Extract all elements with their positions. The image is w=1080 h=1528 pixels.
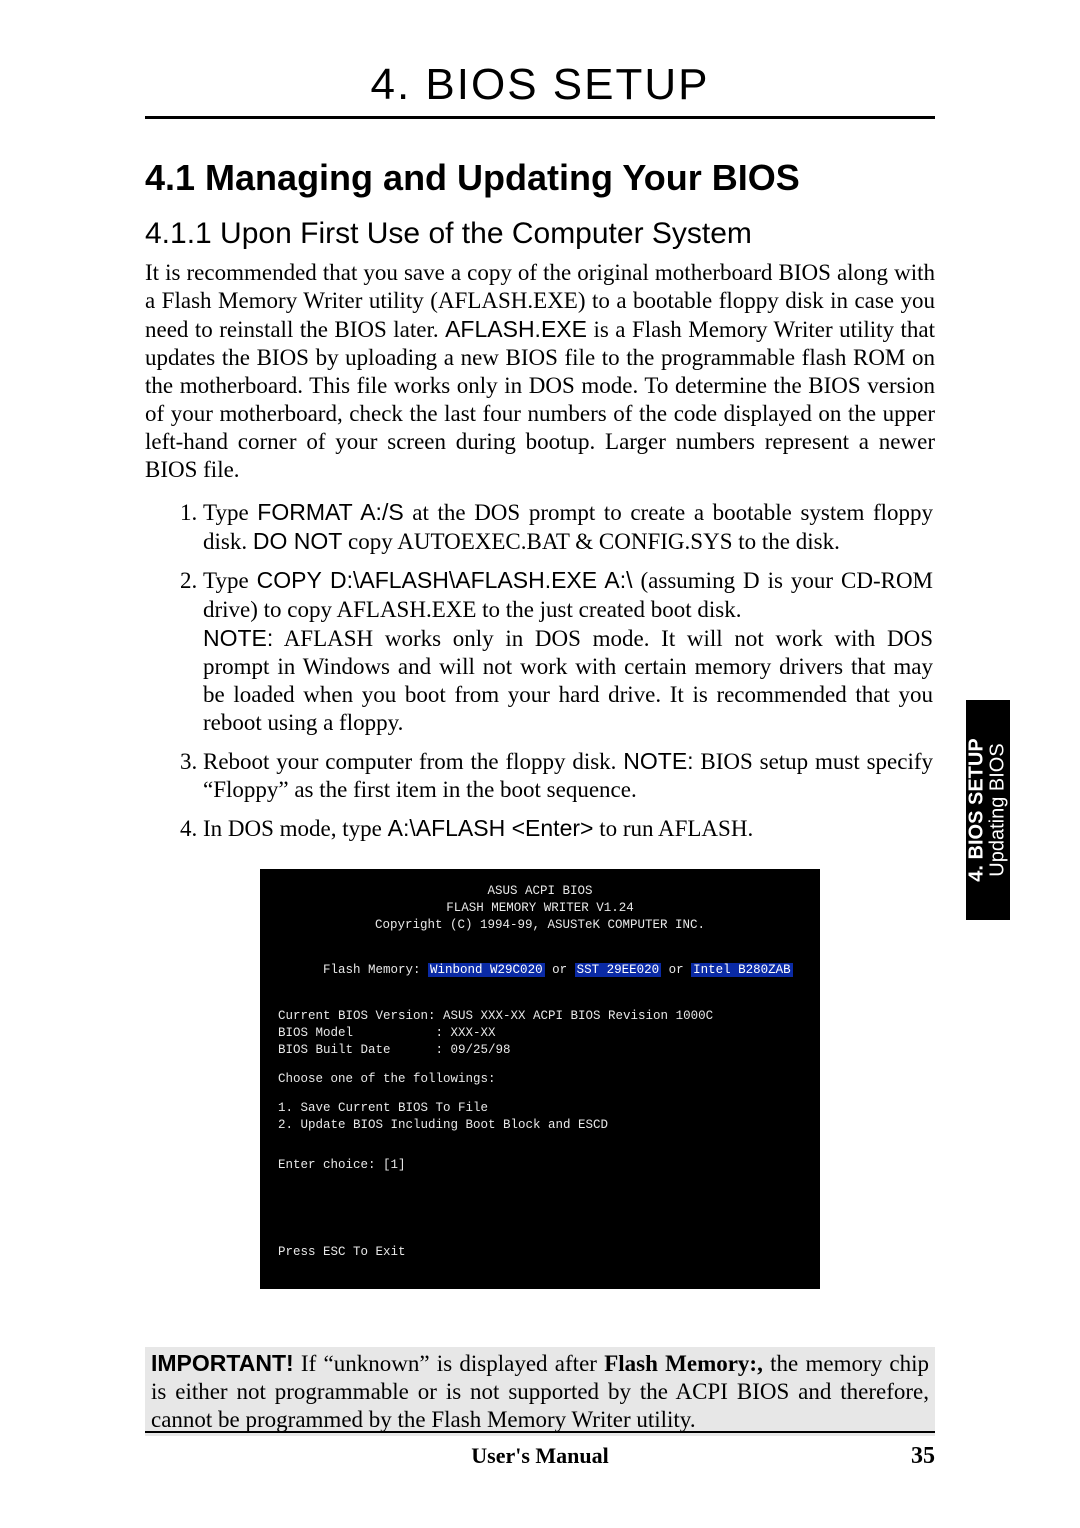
flash-chip: Winbond W29C020: [428, 963, 545, 977]
do-not-label: DO NOT: [253, 528, 342, 554]
flash-or: or: [661, 963, 691, 977]
important-label: IMPORTANT!: [151, 1350, 294, 1376]
terminal-bios-version: Current BIOS Version: ASUS XXX-XX ACPI B…: [278, 1008, 802, 1025]
steps-list: Type FORMAT A:/S at the DOS prompt to cr…: [145, 498, 935, 843]
terminal-built-date: BIOS Built Date : 09/25/98: [278, 1042, 802, 1059]
terminal-option-2: 2. Update BIOS Including Boot Block and …: [278, 1117, 802, 1134]
note-body: AFLASH works only in DOS mode. It will n…: [203, 626, 933, 735]
step-4: In DOS mode, type A:\AFLASH <Enter> to r…: [203, 814, 935, 843]
step-text: In DOS mode, type: [203, 816, 388, 841]
terminal-option-1: 1. Save Current BIOS To File: [278, 1100, 802, 1117]
flash-label: Flash Memory:: [323, 963, 428, 977]
note-label: NOTE:: [203, 625, 273, 651]
step-command: FORMAT A:/S: [257, 499, 403, 525]
flash-or: or: [545, 963, 575, 977]
footer-manual-label: User's Manual: [205, 1443, 875, 1469]
terminal-flash-memory: Flash Memory: Winbond W29C020 or SST 29E…: [278, 946, 802, 997]
step-command: A:\AFLASH <Enter>: [388, 815, 594, 841]
step-text: to run AFLASH.: [593, 816, 753, 841]
step-text: Type: [203, 568, 257, 593]
terminal-header: ASUS ACPI BIOS: [278, 883, 802, 900]
step-text: Type: [203, 500, 257, 525]
flash-memory-bold: Flash Memory:,: [604, 1351, 763, 1376]
step-command: COPY D:\AFLASH\AFLASH.EXE A:\: [257, 567, 633, 593]
flash-chip: SST 29EE020: [575, 963, 662, 977]
terminal-header: Copyright (C) 1994-99, ASUSTeK COMPUTER …: [278, 917, 802, 934]
chapter-rule: [145, 116, 935, 119]
thumb-tab-subtitle: Updating BIOS: [988, 738, 1009, 881]
step-3: Reboot your computer from the floppy dis…: [203, 747, 935, 804]
step-text: Reboot your computer from the floppy dis…: [203, 749, 623, 774]
step-1: Type FORMAT A:/S at the DOS prompt to cr…: [203, 498, 935, 556]
step-2: Type COPY D:\AFLASH\AFLASH.EXE A:\ (assu…: [203, 566, 935, 736]
flash-chip: Intel B280ZAB: [691, 963, 793, 977]
thumb-tab: 4. BIOS SETUP Updating BIOS: [966, 700, 1010, 920]
intro-paragraph: It is recommended that you save a copy o…: [145, 259, 935, 484]
terminal-choose-prompt: Choose one of the followings:: [278, 1071, 802, 1088]
step-text: copy AUTOEXEC.BAT & CONFIG.SYS to the di…: [342, 529, 840, 554]
page-footer: User's Manual 35: [145, 1431, 935, 1470]
terminal-bios-model: BIOS Model : XXX-XX: [278, 1025, 802, 1042]
section-title: 4.1 Managing and Updating Your BIOS: [145, 157, 935, 199]
thumb-tab-title: 4. BIOS SETUP: [967, 738, 988, 881]
page-number: 35: [875, 1443, 935, 1470]
footer-rule: [145, 1431, 935, 1433]
important-text: If “unknown” is displayed after: [294, 1351, 605, 1376]
terminal-screenshot: ASUS ACPI BIOS FLASH MEMORY WRITER V1.24…: [260, 869, 820, 1289]
terminal-esc-hint: Press ESC To Exit: [278, 1244, 802, 1261]
terminal-enter-choice: Enter choice: [1]: [278, 1157, 802, 1174]
important-note: IMPORTANT! If “unknown” is displayed aft…: [145, 1347, 935, 1436]
chapter-title: 4. BIOS SETUP: [145, 60, 935, 110]
note-label: NOTE:: [623, 748, 693, 774]
subsection-title: 4.1.1 Upon First Use of the Computer Sys…: [145, 217, 935, 251]
terminal-header: FLASH MEMORY WRITER V1.24: [278, 900, 802, 917]
aflash-exe-label: AFLASH.EXE: [445, 316, 587, 342]
